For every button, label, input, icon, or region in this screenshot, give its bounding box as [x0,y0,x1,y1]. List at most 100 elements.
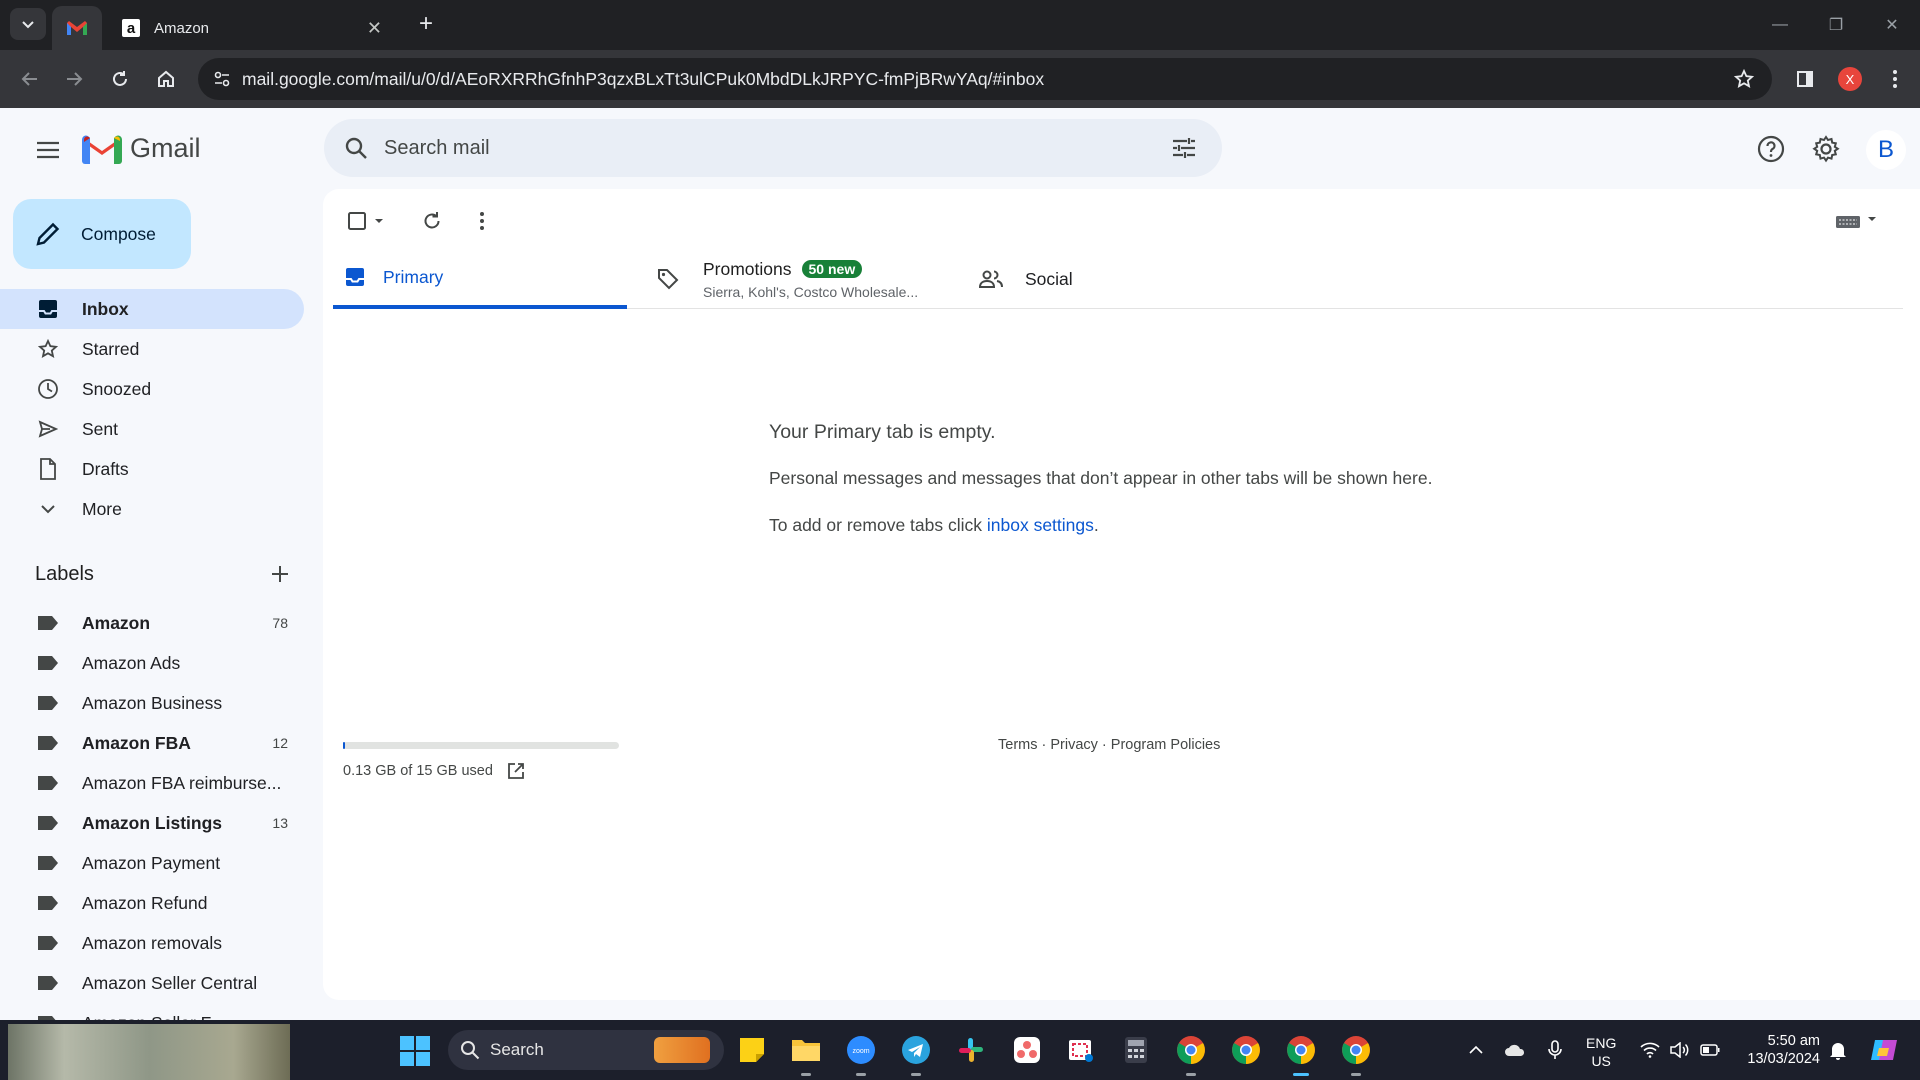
chrome-icon[interactable] [1338,1032,1374,1076]
minimize-icon[interactable]: — [1752,0,1808,50]
microphone-icon[interactable] [1544,1032,1566,1068]
reload-button[interactable] [104,63,136,95]
snipping-tool-icon[interactable] [1063,1032,1099,1068]
storage-meter [343,742,619,749]
notification-bell-icon[interactable] [1826,1032,1850,1068]
search-icon[interactable] [328,136,384,160]
tab-search-button[interactable] [10,8,46,40]
close-icon[interactable]: ✕ [367,18,382,39]
running-indicator [911,1073,921,1076]
widgets-thumbnail[interactable] [8,1024,290,1080]
refresh-button[interactable] [416,205,448,237]
promotions-senders: Sierra, Kohl's, Costco Wholesale... [703,283,919,300]
inbox-settings-link[interactable]: inbox settings [987,515,1094,535]
sidebar-item-drafts[interactable]: Drafts [0,449,304,489]
support-button[interactable] [1751,129,1791,169]
label-item[interactable]: Amazon FBA reimburse... [0,763,304,803]
browser-menu-button[interactable] [1879,63,1911,95]
sidebar-item-snoozed[interactable]: Snoozed [0,369,304,409]
taskbar-search-label: Search [490,1040,544,1059]
gmail-logo[interactable]: Gmail [82,133,201,164]
onedrive-icon[interactable] [1502,1032,1528,1068]
sidebar-item-inbox[interactable]: Inbox [0,289,304,329]
amazon-icon: a [122,19,140,37]
label-item[interactable]: Amazon Ads [0,643,304,683]
more-vert-icon [1893,70,1897,88]
tab-primary[interactable]: Primary [333,249,627,309]
gear-icon [1812,135,1840,163]
label-item[interactable]: Amazon Payment [0,843,304,883]
back-button[interactable] [14,63,46,95]
compose-button[interactable]: Compose [13,199,191,269]
new-tab-button[interactable]: + [412,10,440,38]
label-item[interactable]: Amazon removals [0,923,304,963]
search-options-icon[interactable] [1156,137,1212,159]
tab-primary-label: Primary [383,266,444,287]
zoom-icon[interactable]: zoom [843,1032,879,1076]
sticky-notes-icon[interactable] [734,1032,770,1068]
tab-promotions[interactable]: Promotions 50 new Sierra, Kohl's, Costco… [653,249,933,309]
active-indicator [1293,1073,1309,1076]
site-info-icon[interactable] [202,70,242,88]
label-item[interactable]: Amazon Business [0,683,304,723]
battery-icon[interactable] [1698,1032,1722,1068]
label-item[interactable]: Amazon Seller Central [0,963,304,1003]
tab-gmail[interactable] [52,6,102,50]
start-button[interactable] [400,1036,430,1066]
restore-icon[interactable]: ❐ [1808,0,1864,50]
more-actions-button[interactable] [466,205,498,237]
select-all-button[interactable] [343,205,395,237]
slack-icon[interactable] [953,1032,989,1068]
storage-text: 0.13 GB of 15 GB used [343,763,493,779]
url-text[interactable]: mail.google.com/mail/u/0/d/AEoRXRRhGfnhP… [242,69,1726,90]
running-indicator [1186,1073,1196,1076]
chrome-icon[interactable] [1283,1032,1319,1076]
account-avatar[interactable]: B [1866,130,1906,170]
calculator-icon[interactable] [1118,1032,1154,1068]
label-item[interactable]: Amazon 78 [0,603,304,643]
asana-icon[interactable] [1009,1032,1045,1068]
create-label-button[interactable] [266,560,294,588]
search-input[interactable] [384,136,1156,160]
clock-icon [36,378,60,400]
sidebar-nav: Inbox Starred Snoozed Sent Drafts More [0,289,304,529]
sidebar-item-starred[interactable]: Starred [0,329,304,369]
chrome-icon[interactable] [1173,1032,1209,1076]
show-hidden-icons[interactable] [1466,1032,1486,1068]
language-indicator[interactable]: ENG US [1586,1034,1616,1070]
forward-button[interactable] [58,63,90,95]
home-button[interactable] [150,63,182,95]
label-item[interactable]: Amazon Seller F... [0,1003,304,1021]
tab-social[interactable]: Social [979,249,1179,309]
close-window-icon[interactable]: ✕ [1864,0,1920,50]
tab-amazon[interactable]: a Amazon ✕ [108,6,398,50]
settings-button[interactable] [1806,129,1846,169]
bookmark-star-icon[interactable] [1726,69,1762,89]
file-explorer-icon[interactable] [788,1032,824,1076]
chrome-icon[interactable] [1228,1032,1264,1068]
inbox-icon [346,268,364,286]
profile-button[interactable]: X [1834,63,1866,95]
region-code: US [1591,1053,1611,1069]
address-bar[interactable]: mail.google.com/mail/u/0/d/AEoRXRRhGfnhP… [198,58,1772,100]
side-panel-button[interactable] [1789,63,1821,95]
open-in-new-icon[interactable] [507,762,525,780]
input-tools-button[interactable] [1836,213,1880,229]
sidebar-item-more[interactable]: More [0,489,304,529]
wifi-icon[interactable] [1638,1032,1662,1068]
telegram-icon[interactable] [898,1032,934,1076]
refresh-icon [424,212,440,229]
footer-links[interactable]: Terms · Privacy · Program Policies [998,737,1220,753]
sidebar-item-sent[interactable]: Sent [0,409,304,449]
copilot-icon[interactable] [1866,1032,1902,1068]
label-item[interactable]: Amazon FBA 12 [0,723,304,763]
taskbar-search[interactable]: Search [448,1030,724,1070]
tab-title: Amazon [154,19,210,37]
volume-icon[interactable] [1668,1032,1692,1068]
system-clock[interactable]: 5:50 am 13/03/2024 [1740,1032,1820,1068]
label-item[interactable]: Amazon Listings 13 [0,803,304,843]
label-name: Amazon [82,612,151,633]
label-item[interactable]: Amazon Refund [0,883,304,923]
gmail-icon [67,21,87,35]
main-menu-button[interactable] [28,130,68,170]
